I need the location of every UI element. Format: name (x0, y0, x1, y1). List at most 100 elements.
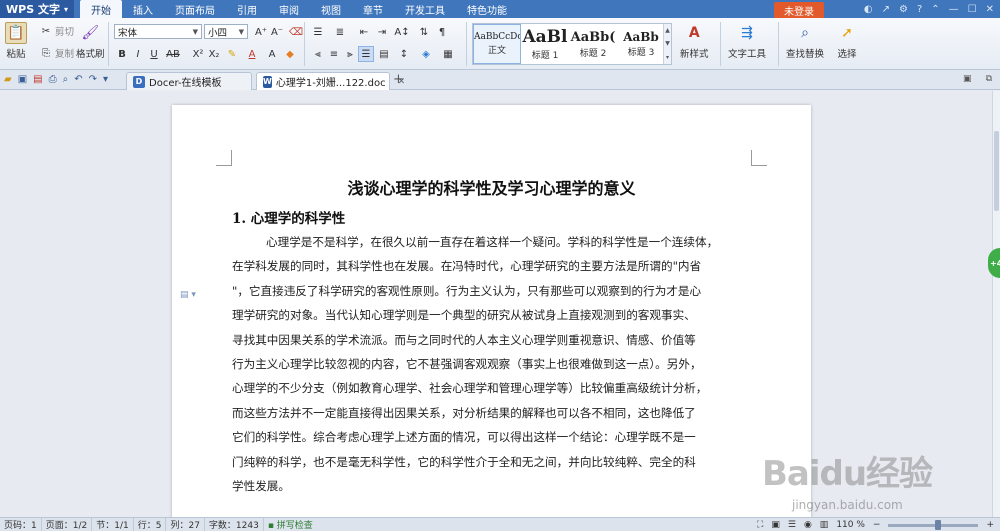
app-menu-button[interactable]: WPS 文字 ▾ (0, 0, 74, 18)
bullet-list-icon[interactable]: ☰ (310, 24, 326, 40)
find-replace-button[interactable]: ⌕ 查找替换 (786, 22, 824, 60)
document-body[interactable]: 心理学是不是科学，在很久以前一直存在着这样一个疑问。学科的科学性是一个连续体， 在… (232, 230, 752, 498)
underline-button[interactable]: U (146, 46, 162, 62)
show-marks-icon[interactable]: ¶ (434, 24, 450, 40)
text-tools-button[interactable]: ⇶ 文字工具 (728, 22, 766, 60)
strikethrough-button[interactable]: AB (164, 46, 182, 62)
view-outline-icon[interactable]: ☰ (788, 520, 796, 530)
superscript-button[interactable]: X² (190, 46, 206, 62)
menu-tab[interactable]: 章节 (352, 0, 394, 18)
redo-icon[interactable]: ↷ (89, 74, 97, 85)
print-preview-icon[interactable]: ⌕ (63, 74, 69, 85)
view-page-icon[interactable]: ▣ (771, 520, 780, 530)
bold-button[interactable]: B (114, 46, 130, 62)
format-painter-button[interactable]: 🖌 格式刷 (76, 22, 105, 60)
export-pdf-icon[interactable]: ▤ (33, 74, 42, 85)
menu-tab[interactable]: 审阅 (268, 0, 310, 18)
menu-tab[interactable]: 插入 (122, 0, 164, 18)
save-icon[interactable]: ▣ (18, 74, 27, 85)
text-effect-icon[interactable]: ◆ (282, 46, 298, 62)
view-reading-icon[interactable]: ▥ (820, 520, 829, 530)
skin-icon[interactable]: ◐ (864, 4, 873, 15)
shading-icon[interactable]: ◈ (418, 46, 434, 62)
increase-indent-icon[interactable]: ⇥ (374, 24, 390, 40)
app-name: WPS 文字 (6, 3, 60, 16)
border-icon[interactable]: ▦ (440, 46, 456, 62)
font-color-button[interactable]: A (244, 46, 260, 62)
window-controls: ◐ ↗ ⚙ ? ⌃ — ☐ ✕ (864, 0, 994, 18)
distribute-icon[interactable]: ▤ (376, 46, 392, 62)
decrease-indent-icon[interactable]: ⇤ (356, 24, 372, 40)
scrollbar-thumb[interactable] (994, 131, 999, 211)
restore-icon[interactable]: ⧉ (986, 74, 992, 84)
numbered-list-icon[interactable]: ≣ (332, 24, 348, 40)
open-folder-icon[interactable]: ▰ (4, 74, 12, 85)
zoom-value[interactable]: 110 % (836, 520, 865, 530)
grow-font-icon[interactable]: A⁺ (253, 24, 269, 40)
line-spacing-icon[interactable]: ↕ (396, 46, 412, 62)
italic-button[interactable]: I (130, 46, 146, 62)
paragraph-marker-icon[interactable]: ▤ ▾ (180, 290, 196, 300)
zoom-slider[interactable] (888, 519, 979, 530)
style-option[interactable]: AaBb(标题 2 (569, 24, 617, 64)
tab-docer-templates[interactable]: D Docer-在线模板 (126, 72, 252, 90)
cut-button[interactable]: ✂ 剪切 (40, 24, 74, 39)
subscript-button[interactable]: X₂ (206, 46, 222, 62)
menu-tab[interactable]: 页面布局 (164, 0, 226, 18)
chevron-up-icon[interactable]: ▲ (665, 27, 670, 34)
font-name-select[interactable]: 宋体 ▼ (114, 24, 202, 39)
zoom-slider-knob[interactable] (934, 519, 941, 530)
new-style-button[interactable]: A 新样式 (680, 22, 709, 60)
menu-tab[interactable]: 特色功能 (456, 0, 518, 18)
menu-tab[interactable]: 视图 (310, 0, 352, 18)
more-icon[interactable]: ▾ (666, 54, 669, 61)
maximize-icon[interactable]: ☐ (968, 4, 977, 15)
collapse-ribbon-icon[interactable]: ⌃ (931, 4, 939, 15)
tab-document[interactable]: W 心理学1-刘姗...122.doc ✕ (256, 72, 405, 90)
share-icon[interactable]: ↗ (882, 4, 890, 15)
align-right-icon[interactable]: ⫸ (342, 46, 358, 62)
chevron-down-icon[interactable]: ▼ (665, 40, 670, 47)
zoom-in-icon[interactable]: + (986, 520, 994, 530)
style-option[interactable]: AaBbCcDc 正文 (473, 24, 521, 64)
separator (720, 22, 721, 66)
paste-button[interactable]: 📋 粘贴 (5, 22, 27, 60)
menu-tab[interactable]: 开发工具 (394, 0, 456, 18)
new-tab-button[interactable]: + (393, 72, 404, 87)
zoom-out-icon[interactable]: − (873, 520, 881, 530)
align-center-icon[interactable]: ≡ (326, 46, 342, 62)
document-line: 理学研究的对象。当代认知心理学则是一个典型的研究从被试身上直接观测到的客观事实、 (232, 308, 696, 323)
status-word-count[interactable]: 字数：1243 (205, 518, 264, 531)
char-shading-button[interactable]: A (264, 46, 280, 62)
menu-tab[interactable]: 引用 (226, 0, 268, 18)
print-icon[interactable]: ⎙ (49, 74, 57, 85)
view-web-icon[interactable]: ◉ (804, 520, 812, 530)
help-icon[interactable]: ? (917, 4, 922, 15)
document-page[interactable]: 浅谈心理学的科学性及学习心理学的意义 1. 心理学的科学性 心理学是不是科学，在… (172, 105, 811, 517)
sort-icon[interactable]: ⇅ (416, 24, 432, 40)
settings-icon[interactable]: ⚙ (899, 4, 908, 15)
view-fullscreen-icon[interactable]: ⛶ (757, 520, 763, 530)
undo-icon[interactable]: ↶ (74, 74, 82, 85)
close-icon[interactable]: ✕ (986, 4, 994, 15)
side-float-badge[interactable]: +4 (988, 248, 1000, 278)
select-button[interactable]: ➚ 选择 (836, 22, 858, 60)
styles-scroll[interactable]: ▲ ▼ ▾ (663, 24, 671, 64)
style-option[interactable]: AaBl 标题 1 (521, 24, 569, 64)
tile-icon[interactable]: ▣ (963, 74, 972, 84)
menu-tab[interactable]: 开始 (79, 0, 122, 18)
clear-format-icon[interactable]: ⌫ (288, 24, 304, 40)
vertical-scrollbar[interactable] (992, 91, 1000, 517)
shrink-font-icon[interactable]: A⁻ (269, 24, 285, 40)
font-size-select[interactable]: 小四 ▼ (204, 24, 248, 39)
align-left-icon[interactable]: ⫷ (310, 46, 326, 62)
spell-check-toggle[interactable]: ▪ 拼写检查 (264, 518, 317, 531)
customize-icon[interactable]: ▾ (103, 74, 108, 85)
text-direction-icon[interactable]: A↕ (394, 24, 410, 40)
justify-icon[interactable]: ☰ (358, 46, 374, 62)
style-option[interactable]: AaBb 标题 3 (617, 24, 665, 64)
highlight-icon[interactable]: ✎ (224, 46, 240, 62)
minimize-icon[interactable]: — (949, 4, 959, 15)
login-button[interactable]: 未登录 (774, 2, 824, 19)
copy-button[interactable]: ⎘ 复制 (40, 46, 74, 61)
